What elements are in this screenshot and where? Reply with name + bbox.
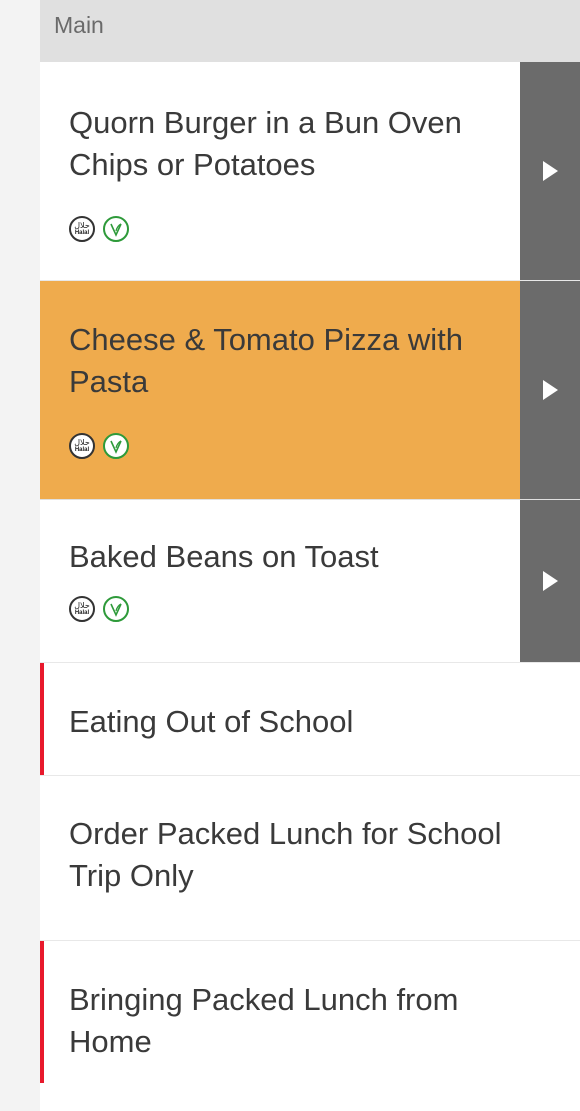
play-arrow-icon [542,161,558,181]
play-arrow-icon [542,571,558,591]
meal-name: Baked Beans on Toast [69,539,379,574]
option-eating-out[interactable]: Eating Out of School [40,663,580,776]
meal-item-selected[interactable]: Cheese & Tomato Pizza with Pasta حلال Ha… [40,281,580,499]
section-header: Main [40,0,580,62]
expand-button[interactable] [520,500,580,662]
expand-button[interactable] [520,62,580,280]
option-label: Order Packed Lunch for School Trip Only [69,816,502,893]
option-label: Eating Out of School [69,704,354,739]
flag-bar [40,941,44,1083]
option-label: Bringing Packed Lunch from Home [69,982,459,1059]
halal-icon: حلال Halal [69,216,95,242]
section-title: Main [54,12,104,38]
expand-button[interactable] [520,281,580,499]
play-arrow-icon [542,380,558,400]
meal-item[interactable]: Baked Beans on Toast حلال Halal [40,499,580,663]
meal-name: Cheese & Tomato Pizza with Pasta [69,322,464,399]
meal-name: Quorn Burger in a Bun Oven Chips or Pota… [69,105,462,182]
halal-icon: حلال Halal [69,433,95,459]
vegetarian-icon [103,433,129,459]
meal-item[interactable]: Quorn Burger in a Bun Oven Chips or Pota… [40,62,580,281]
dietary-icons: حلال Halal [69,216,129,242]
halal-icon: حلال Halal [69,596,95,622]
dietary-icons: حلال Halal [69,596,129,622]
vegetarian-icon [103,216,129,242]
left-gutter [0,0,40,1111]
menu-panel: Main Quorn Burger in a Bun Oven Chips or… [40,0,580,1084]
option-packed-lunch-home[interactable]: Bringing Packed Lunch from Home [40,941,580,1083]
flag-bar [40,663,44,775]
option-packed-lunch-trip[interactable]: Order Packed Lunch for School Trip Only [40,776,580,941]
vegetarian-icon [103,596,129,622]
dietary-icons: حلال Halal [69,433,129,459]
